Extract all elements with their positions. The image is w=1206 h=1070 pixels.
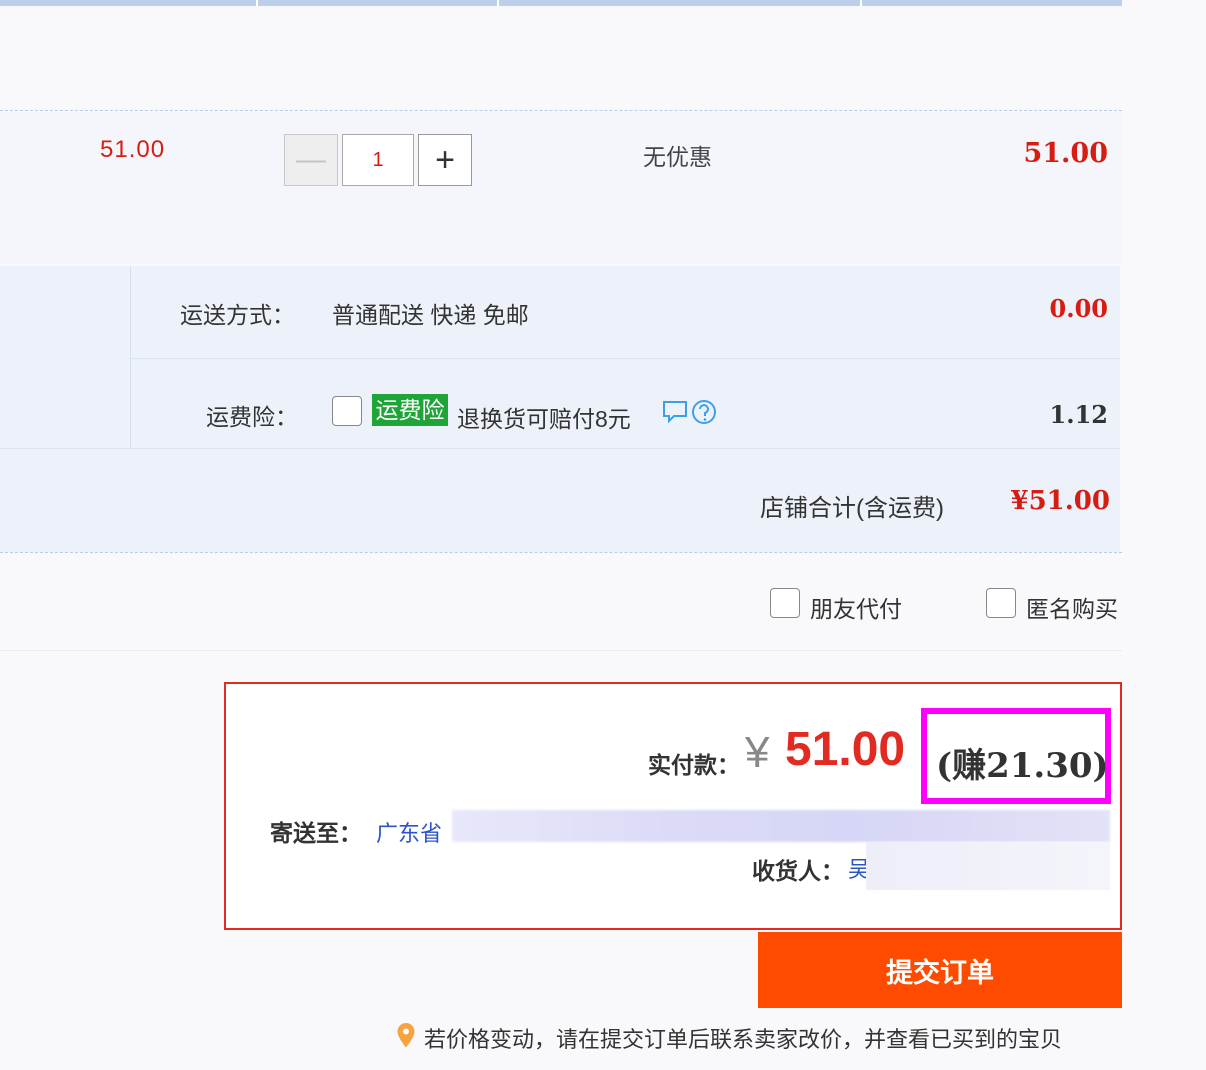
qty-increase-button[interactable]: + — [418, 134, 472, 186]
insurance-tag: 运费险 — [372, 394, 448, 426]
insurance-checkbox[interactable] — [332, 396, 362, 426]
order-item-row — [0, 112, 1122, 264]
friend-pay-label: 朋友代付 — [810, 596, 902, 622]
shipping-cost: 0.00 — [1049, 294, 1108, 323]
earn-amount: (赚21.30) — [936, 746, 1109, 786]
qty-decrease-button[interactable]: — — [284, 134, 338, 186]
unit-price: 51.00 — [100, 136, 166, 163]
currency-symbol: ¥ — [745, 728, 770, 777]
anonymous-label: 匿名购买 — [1026, 596, 1118, 622]
item-total: 51.00 — [1023, 138, 1108, 169]
help-icon[interactable] — [692, 400, 716, 424]
chat-help-icons[interactable] — [662, 398, 718, 426]
section-divider — [0, 552, 1122, 553]
divider — [130, 266, 131, 448]
address-blurred — [452, 810, 1110, 842]
divider — [0, 448, 1120, 449]
row-divider — [0, 110, 1122, 111]
shipping-method-label: 运送方式： — [180, 302, 295, 328]
location-pin-icon — [397, 1023, 415, 1048]
insurance-cost: 1.12 — [1049, 400, 1108, 429]
payment-amount: 51.00 — [785, 723, 906, 776]
friend-pay-checkbox[interactable] — [770, 588, 800, 618]
receiver-blurred — [866, 842, 1110, 890]
divider — [0, 650, 1122, 651]
anonymous-checkbox[interactable] — [986, 588, 1016, 618]
address-province: 广东省 — [376, 821, 443, 846]
submit-order-button[interactable]: 提交订单 — [758, 932, 1122, 1008]
receiver-label: 收货人： — [752, 858, 844, 884]
table-header-bar — [0, 0, 1122, 6]
insurance-label: 运费险： — [206, 404, 298, 430]
price-change-notice: 若价格变动，请在提交订单后联系卖家改价，并查看已买到的宝贝 — [424, 1027, 1063, 1052]
divider — [131, 358, 1120, 359]
payment-label: 实付款： — [648, 752, 740, 778]
quantity-input[interactable]: 1 — [342, 134, 414, 186]
store-total: ¥51.00 — [1010, 486, 1110, 516]
chat-icon[interactable] — [663, 401, 687, 424]
insurance-desc: 退换货可赔付8元 — [457, 406, 631, 432]
shipping-method-value: 普通配送 快递 免邮 — [332, 302, 529, 328]
discount-text: 无优惠 — [643, 144, 712, 170]
store-total-label: 店铺合计(含运费) — [760, 495, 944, 522]
address-label: 寄送至： — [270, 820, 362, 846]
